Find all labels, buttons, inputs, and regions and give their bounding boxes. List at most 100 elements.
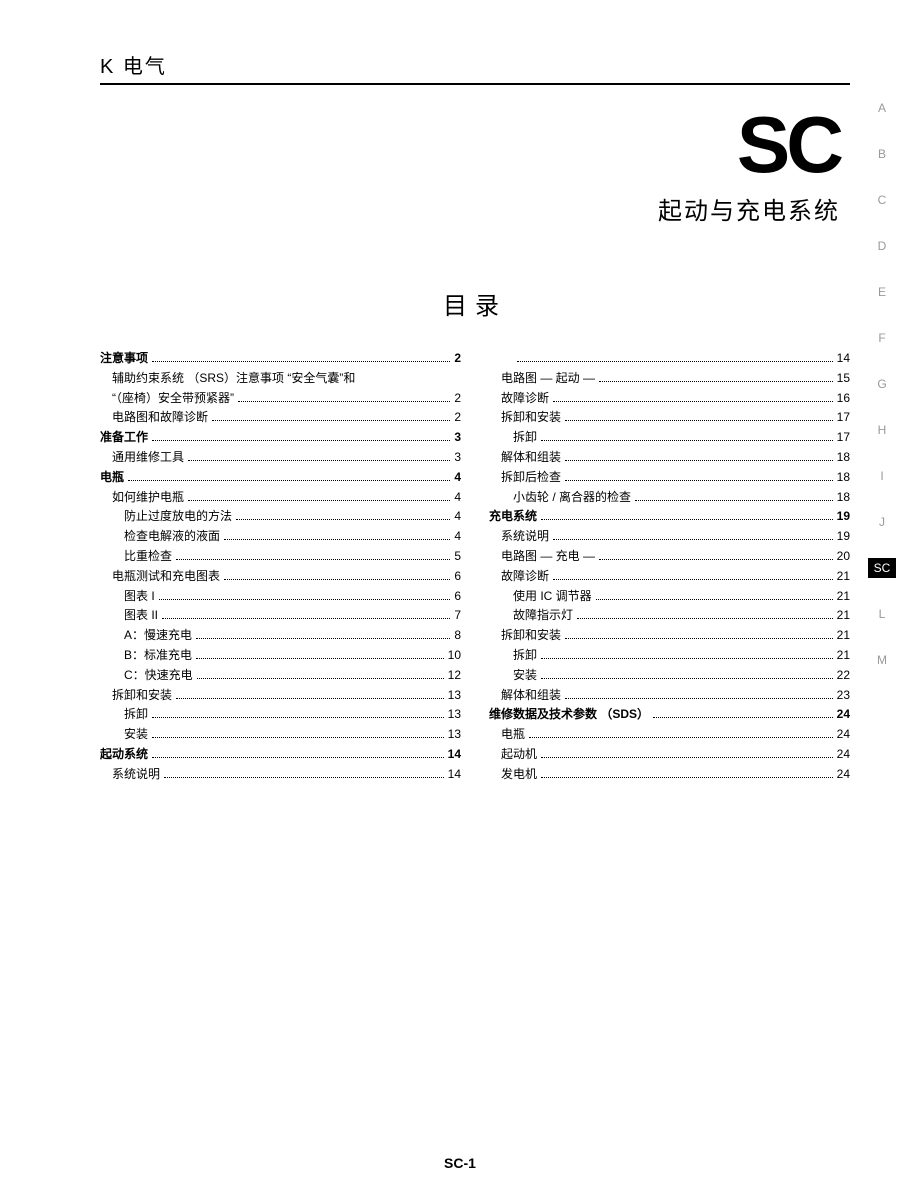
side-tabs: A B C D E F G H I J SC L M xyxy=(868,98,896,670)
toc-row[interactable]: 拆卸17 xyxy=(489,428,850,448)
toc-leader-dots xyxy=(565,698,833,699)
toc-leader-dots xyxy=(565,638,833,639)
toc-row[interactable]: 安装22 xyxy=(489,666,850,686)
toc-page-number: 13 xyxy=(448,705,461,725)
toc-page-number: 4 xyxy=(454,488,461,508)
toc-row[interactable]: 拆卸21 xyxy=(489,646,850,666)
toc-row[interactable]: 拆卸和安装17 xyxy=(489,408,850,428)
toc-row[interactable]: 通用维修工具3 xyxy=(100,448,461,468)
side-tab-d[interactable]: D xyxy=(868,236,896,256)
toc-label: C：快速充电 xyxy=(124,666,193,686)
toc-row[interactable]: 起动系统14 xyxy=(100,745,461,765)
side-tab-e[interactable]: E xyxy=(868,282,896,302)
toc-row[interactable]: 注意事项2 xyxy=(100,349,461,369)
toc-row[interactable]: C：快速充电12 xyxy=(100,666,461,686)
toc-leader-dots xyxy=(159,599,451,600)
side-tab-b[interactable]: B xyxy=(868,144,896,164)
toc-label: 拆卸和安装 xyxy=(112,686,172,706)
toc-row[interactable]: 准备工作3 xyxy=(100,428,461,448)
toc-page-number: 2 xyxy=(454,408,461,428)
toc-row[interactable]: 检查电解液的液面4 xyxy=(100,527,461,547)
toc-row[interactable]: A：慢速充电 8 xyxy=(100,626,461,646)
toc-label: 电瓶测试和充电图表 xyxy=(112,567,220,587)
toc-page-number: 24 xyxy=(837,705,850,725)
toc-label: 辅助约束系统 （SRS）注意事项 “安全气囊”和 xyxy=(112,369,355,389)
toc-label: 拆卸后检查 xyxy=(501,468,561,488)
toc-row[interactable]: B：标准充电10 xyxy=(100,646,461,666)
toc-row[interactable]: 拆卸后检查18 xyxy=(489,468,850,488)
toc-row[interactable]: “（座椅）安全带预紧器”2 xyxy=(100,389,461,409)
toc-row[interactable]: 拆卸和安装13 xyxy=(100,686,461,706)
side-tab-j[interactable]: J xyxy=(868,512,896,532)
toc-page-number: 19 xyxy=(837,527,850,547)
toc-leader-dots xyxy=(653,717,833,718)
side-tab-f[interactable]: F xyxy=(868,328,896,348)
toc-row[interactable]: 辅助约束系统 （SRS）注意事项 “安全气囊”和 xyxy=(100,369,461,389)
toc-leader-dots xyxy=(529,737,833,738)
toc-row[interactable]: 起动机24 xyxy=(489,745,850,765)
toc-row[interactable]: 比重检查5 xyxy=(100,547,461,567)
toc-row[interactable]: 拆卸13 xyxy=(100,705,461,725)
toc-label: 拆卸和安装 xyxy=(501,626,561,646)
toc-label: 发电机 xyxy=(501,765,537,785)
toc-row[interactable]: 电路图 — 充电 —20 xyxy=(489,547,850,567)
toc-row[interactable]: 系统说明14 xyxy=(100,765,461,785)
toc-label: 故障诊断 xyxy=(501,389,549,409)
toc-leader-dots xyxy=(553,579,833,580)
toc-row[interactable]: 故障指示灯21 xyxy=(489,606,850,626)
toc-row[interactable]: 电瓶4 xyxy=(100,468,461,488)
toc-page-number: 17 xyxy=(837,428,850,448)
toc-page-number: 18 xyxy=(837,448,850,468)
side-tab-h[interactable]: H xyxy=(868,420,896,440)
toc-row[interactable]: 充电系统19 xyxy=(489,507,850,527)
side-tab-l[interactable]: L xyxy=(868,604,896,624)
toc-leader-dots xyxy=(565,460,833,461)
toc-label: 解体和组装 xyxy=(501,448,561,468)
toc-row[interactable]: 如何维护电瓶 4 xyxy=(100,488,461,508)
toc-row[interactable]: 故障诊断21 xyxy=(489,567,850,587)
toc-row[interactable]: 维修数据及技术参数 （SDS）24 xyxy=(489,705,850,725)
toc-page-number: 10 xyxy=(448,646,461,666)
toc-page-number: 6 xyxy=(454,567,461,587)
toc-row[interactable]: 14 xyxy=(489,349,850,369)
toc-row[interactable]: 安装13 xyxy=(100,725,461,745)
toc-row[interactable]: 解体和组装 18 xyxy=(489,448,850,468)
toc-row[interactable]: 小齿轮 / 离合器的检查18 xyxy=(489,488,850,508)
toc-row[interactable]: 发电机24 xyxy=(489,765,850,785)
toc-leader-dots xyxy=(541,678,833,679)
toc-page-number: 3 xyxy=(454,428,461,448)
toc-page-number: 13 xyxy=(448,725,461,745)
toc-page-number: 24 xyxy=(837,745,850,765)
side-tab-a[interactable]: A xyxy=(868,98,896,118)
toc-page-number: 15 xyxy=(837,369,850,389)
toc-row[interactable]: 系统说明19 xyxy=(489,527,850,547)
side-tab-sc[interactable]: SC xyxy=(868,558,896,578)
toc-leader-dots xyxy=(541,440,833,441)
toc-page-number: 17 xyxy=(837,408,850,428)
toc-row[interactable]: 电瓶24 xyxy=(489,725,850,745)
toc-row[interactable]: 防止过度放电的方法4 xyxy=(100,507,461,527)
toc-label: A：慢速充电 xyxy=(124,626,192,646)
toc-row[interactable]: 电瓶测试和充电图表 6 xyxy=(100,567,461,587)
side-tab-i[interactable]: I xyxy=(868,466,896,486)
toc-page-number: 4 xyxy=(454,468,461,488)
toc-columns: 注意事项2辅助约束系统 （SRS）注意事项 “安全气囊”和“（座椅）安全带预紧器… xyxy=(100,349,850,785)
toc-row[interactable]: 解体和组装23 xyxy=(489,686,850,706)
toc-row[interactable]: 图表 II7 xyxy=(100,606,461,626)
toc-label: 防止过度放电的方法 xyxy=(124,507,232,527)
side-tab-m[interactable]: M xyxy=(868,650,896,670)
toc-row[interactable]: 电路图和故障诊断2 xyxy=(100,408,461,428)
toc-row[interactable]: 拆卸和安装21 xyxy=(489,626,850,646)
toc-page-number: 8 xyxy=(454,626,461,646)
toc-label: 如何维护电瓶 xyxy=(112,488,184,508)
toc-leader-dots xyxy=(164,777,444,778)
toc-row[interactable]: 图表 I6 xyxy=(100,587,461,607)
toc-label: 电瓶 xyxy=(501,725,525,745)
toc-row[interactable]: 使用 IC 调节器21 xyxy=(489,587,850,607)
toc-row[interactable]: 故障诊断16 xyxy=(489,389,850,409)
toc-page-number: 21 xyxy=(837,606,850,626)
toc-row[interactable]: 电路图 — 起动 —15 xyxy=(489,369,850,389)
toc-leader-dots xyxy=(565,420,833,421)
side-tab-c[interactable]: C xyxy=(868,190,896,210)
side-tab-g[interactable]: G xyxy=(868,374,896,394)
